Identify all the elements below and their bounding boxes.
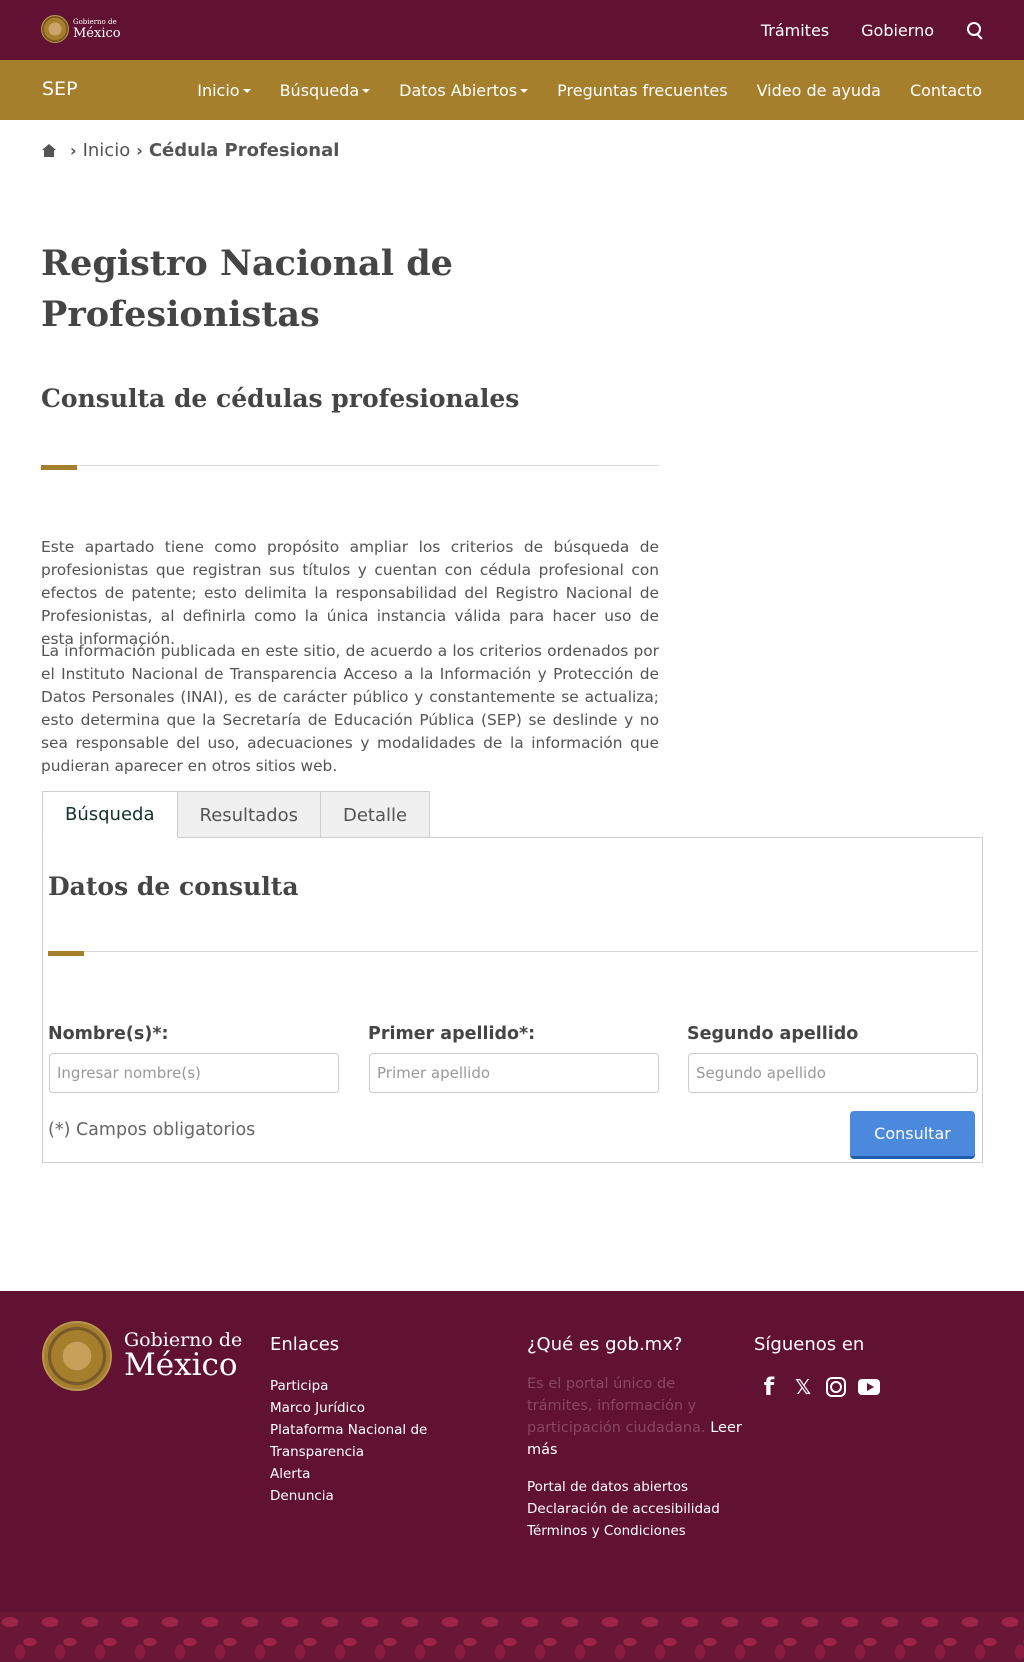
caret-down-icon [362, 89, 371, 93]
social-links: f 𝕏 [758, 1373, 880, 1401]
footer-what-title: ¿Qué es gob.mx? [527, 1334, 683, 1355]
chevron-right-icon: › [136, 141, 143, 160]
segundo-apellido-input[interactable] [688, 1053, 978, 1093]
footer-link-alerta[interactable]: Alerta [270, 1463, 440, 1485]
primer-apellido-input[interactable] [369, 1053, 659, 1093]
divider-accent [48, 951, 84, 956]
primer-apellido-label: Primer apellido*: [368, 1024, 536, 1044]
caret-down-icon [520, 89, 529, 93]
instagram-icon[interactable] [826, 1377, 846, 1397]
logo-line1: Gobierno de [73, 17, 117, 26]
facebook-icon[interactable]: f [758, 1373, 780, 1401]
footer-link-denuncia[interactable]: Denuncia [270, 1485, 440, 1507]
footer: Gobierno de México Enlaces Participa Mar… [0, 1291, 1024, 1662]
tab-busqueda[interactable]: Búsqueda [42, 791, 178, 838]
required-fields-note: (*) Campos obligatorios [48, 1120, 256, 1140]
caret-down-icon [242, 89, 251, 93]
menu-item-label: Datos Abiertos [399, 80, 518, 100]
menu-item-label: Búsqueda [279, 80, 360, 100]
footer-what-text: Es el portal único de trámites, informac… [527, 1373, 742, 1461]
section-subtitle: Consulta de cédulas profesionales [41, 384, 520, 413]
nombre-label: Nombre(s)*: [48, 1024, 169, 1044]
footer-gob-mx-logo[interactable]: Gobierno de México [42, 1321, 242, 1391]
menu-item-contacto[interactable]: Contacto [910, 81, 982, 100]
chevron-right-icon: › [70, 141, 77, 160]
footer-what-description: Es el portal único de trámites, informac… [527, 1376, 706, 1436]
breadcrumb-item-inicio[interactable]: Inicio [83, 140, 131, 161]
footer-extra-links: Portal de datos abiertos Declaración de … [527, 1476, 747, 1542]
nav-tramites-link[interactable]: Trámites [761, 21, 829, 40]
nav-gobierno-link[interactable]: Gobierno [861, 21, 934, 40]
footer-link-marco-juridico[interactable]: Marco Jurídico [270, 1397, 440, 1419]
tab-list: Búsqueda Resultados Detalle [42, 791, 431, 838]
footer-link-datos-abiertos[interactable]: Portal de datos abiertos [527, 1476, 747, 1498]
page-title: Registro Nacional de Profesionistas [41, 243, 453, 335]
menu-item-datos-abiertos[interactable]: Datos Abiertos [399, 80, 529, 100]
menu-item-label: Inicio [197, 80, 240, 100]
gob-mx-logo[interactable]: Gobierno de México [41, 15, 121, 43]
tab-detalle[interactable]: Detalle [319, 791, 431, 838]
menu-item-video-de-ayuda[interactable]: Video de ayuda [757, 81, 881, 100]
logo-line2: México [73, 25, 121, 41]
top-header: Gobierno de México Trámites Gobierno [0, 0, 1024, 60]
top-nav: Trámites Gobierno [761, 0, 984, 60]
footer-logo-line2: México [124, 1347, 238, 1383]
nombre-input[interactable] [49, 1053, 339, 1093]
footer-link-participa[interactable]: Participa [270, 1375, 440, 1397]
breadcrumb-current: Cédula Profesional [148, 140, 340, 161]
divider-accent [41, 465, 77, 470]
sep-brand-link[interactable]: SEP [42, 60, 78, 118]
footer-links-title: Enlaces [270, 1334, 340, 1355]
search-icon[interactable] [966, 21, 984, 39]
footer-social-title: Síguenos en [754, 1334, 865, 1355]
disclaimer-paragraph: La información publicada en este sitio, … [41, 642, 659, 775]
segundo-apellido-label: Segundo apellido [687, 1024, 859, 1044]
menu-item-preguntas-frecuentes[interactable]: Preguntas frecuentes [557, 81, 727, 100]
sep-navbar: SEP Inicio Búsqueda Datos Abiertos Pregu… [0, 60, 1024, 120]
breadcrumb: › Inicio › Cédula Profesional [42, 140, 339, 161]
intro-paragraph: Este apartado tiene como propósito ampli… [41, 538, 659, 648]
menu-item-inicio[interactable]: Inicio [197, 80, 251, 100]
tab-resultados[interactable]: Resultados [176, 791, 321, 838]
footer-link-plataforma-transparencia[interactable]: Plataforma Nacional de Transparencia [270, 1419, 440, 1463]
youtube-icon[interactable] [858, 1379, 880, 1395]
divider [48, 951, 978, 952]
national-seal-icon [42, 1321, 112, 1391]
footer-decorative-pattern [0, 1612, 1024, 1662]
footer-link-accesibilidad[interactable]: Declaración de accesibilidad [527, 1498, 747, 1520]
menu-item-busqueda[interactable]: Búsqueda [280, 81, 371, 100]
national-seal-icon [41, 15, 69, 43]
form-title: Datos de consulta [48, 872, 299, 901]
home-icon[interactable] [42, 144, 56, 157]
consultar-button[interactable]: Consultar [850, 1111, 975, 1159]
divider [41, 465, 659, 466]
footer-links-list: Participa Marco Jurídico Plataforma Naci… [270, 1375, 440, 1507]
sep-menu: Inicio Búsqueda Datos Abiertos Preguntas… [197, 60, 982, 120]
search-panel: Datos de consulta Nombre(s)*: Primer ape… [42, 837, 983, 1163]
footer-link-terminos[interactable]: Términos y Condiciones [527, 1520, 747, 1542]
x-icon[interactable]: 𝕏 [792, 1375, 814, 1399]
